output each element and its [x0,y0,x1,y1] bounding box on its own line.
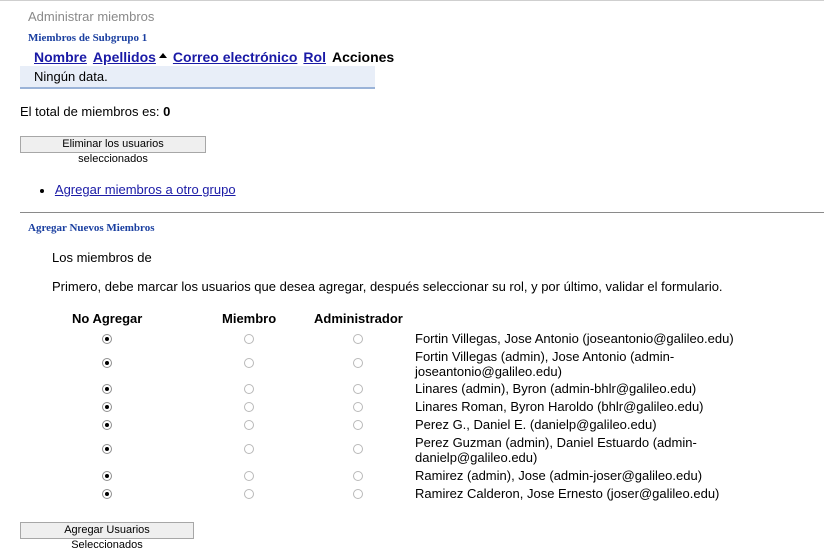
member-total: El total de miembros es: 0 [20,104,170,119]
member-total-label: El total de miembros es: [20,104,160,119]
radio-admin-4[interactable] [353,402,363,412]
radio-member-3[interactable] [244,384,254,394]
radio-no-add-6[interactable] [102,444,112,454]
user-label: Perez Guzman (admin), Daniel Estuardo (a… [415,435,697,465]
radio-admin-5[interactable] [353,420,363,430]
empty-table-row: Ningún data. [20,66,375,89]
subgroup-title: Miembros de Subgrupo 1 [28,32,148,44]
page-title: Administrar miembros [28,9,155,24]
add-to-other-group-item: Agregar miembros a otro grupo [40,182,236,197]
radio-member-1[interactable] [244,334,254,344]
sort-by-rol-link[interactable]: Rol [303,49,326,65]
radio-member-7[interactable] [244,471,254,481]
radio-no-add-2[interactable] [102,358,112,368]
radio-member-8[interactable] [244,489,254,499]
sort-by-correo-link[interactable]: Correo electrónico [173,49,297,65]
radio-admin-1[interactable] [353,334,363,344]
radio-admin-3[interactable] [353,384,363,394]
user-label: Linares Roman, Byron Haroldo (bhlr@galil… [415,399,704,414]
sort-by-apellidos-link[interactable]: Apellidos [93,49,156,65]
user-label: Fortin Villegas (admin), Jose Antonio (a… [415,349,675,379]
new-members-title: Agregar Nuevos Miembros [28,222,155,234]
sort-ascending-icon [158,53,167,58]
radio-admin-6[interactable] [353,444,363,454]
top-border [0,0,824,1]
radio-admin-2[interactable] [353,358,363,368]
delete-selected-users-button[interactable]: Eliminar los usuarios seleccionados [20,136,206,165]
members-of-label: Los miembros de [52,250,152,265]
empty-table-text: Ningún data. [34,69,108,84]
member-column-header: Miembro [222,311,277,326]
user-label: Linares (admin), Byron (admin-bhlr@galil… [415,381,697,396]
bullet-icon [40,188,44,193]
admin-column-header: Administrador [314,311,403,326]
radio-no-add-3[interactable] [102,384,112,394]
radio-admin-8[interactable] [353,489,363,499]
radio-no-add-7[interactable] [102,471,112,481]
user-label: Fortin Villegas, Jose Antonio (joseanton… [415,331,734,346]
members-table-header: Nombre Apellidos Correo electrónico Rol … [20,47,394,66]
radio-member-4[interactable] [244,402,254,412]
no-add-column-header: No Agregar [72,311,143,326]
members-table: Nombre Apellidos Correo electrónico Rol … [20,47,394,89]
add-selected-users-button[interactable]: Agregar Usuarios Seleccionados [20,522,194,551]
member-total-value: 0 [163,104,171,119]
radio-no-add-4[interactable] [102,402,112,412]
section-divider [20,212,824,213]
radio-member-2[interactable] [244,358,254,368]
radio-admin-7[interactable] [353,471,363,481]
instructions-text: Primero, debe marcar los usuarios que de… [52,279,723,294]
radio-member-6[interactable] [244,444,254,454]
acciones-header: Acciones [331,48,395,65]
user-label: Ramirez Calderon, Jose Ernesto (joser@ga… [415,486,720,501]
radio-no-add-1[interactable] [102,334,112,344]
radio-no-add-8[interactable] [102,489,112,499]
sort-by-nombre-link[interactable]: Nombre [34,49,87,65]
add-to-other-group-link[interactable]: Agregar miembros a otro grupo [55,182,236,197]
user-label: Perez G., Daniel E. (danielp@galileo.edu… [415,417,657,432]
user-label: Ramirez (admin), Jose (admin-joser@galil… [415,468,703,483]
radio-no-add-5[interactable] [102,420,112,430]
radio-member-5[interactable] [244,420,254,430]
